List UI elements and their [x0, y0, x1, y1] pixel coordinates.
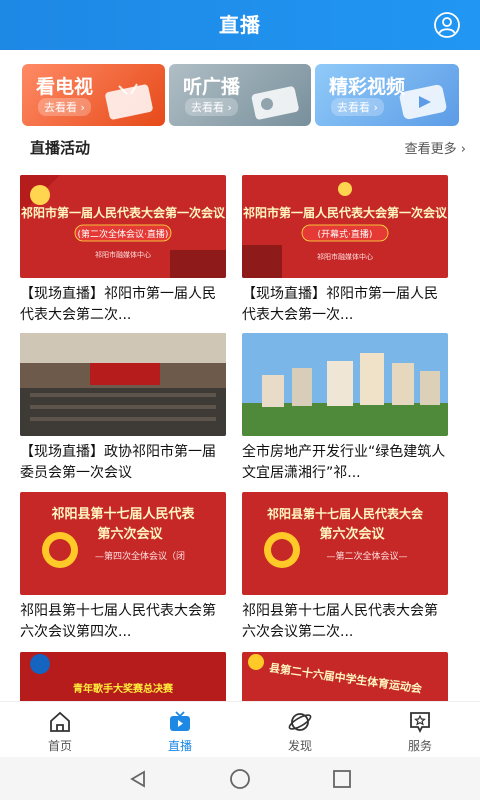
card-thumbnail — [242, 333, 448, 436]
svg-text:祁阳市融媒体中心: 祁阳市融媒体中心 — [95, 250, 151, 259]
tv-icon — [105, 83, 153, 120]
svg-text:(第二次全体会议·直播): (第二次全体会议·直播) — [78, 228, 169, 240]
live-card[interactable]: 全市房地产开发行业“绿色建筑人文宜居潇湘行”祁... — [242, 333, 448, 484]
tv-icon — [170, 711, 190, 731]
svg-text:祁阳市第一届人民代表大会第一次会议: 祁阳市第一届人民代表大会第一次会议 — [21, 205, 226, 220]
svg-text:(开幕式·直播): (开幕式·直播) — [318, 228, 373, 240]
card-title: 祁阳县第十七届人民代表大会第六次会议第二次... — [242, 603, 438, 640]
svg-text:青年歌手大奖赛总决赛: 青年歌手大奖赛总决赛 — [73, 682, 174, 695]
section-title: 直播活动 — [30, 139, 91, 157]
quick-link-tv[interactable]: 看电视 去看看 › — [22, 64, 165, 126]
star-box-icon — [410, 712, 430, 734]
svg-text:第六次会议: 第六次会议 — [319, 526, 385, 542]
tab-live[interactable]: 直播 — [120, 702, 240, 758]
svg-text:—第四次全体会议（闭: —第四次全体会议（闭 — [95, 550, 185, 562]
card-title: 祁阳县第十七届人民代表大会第六次会议第四次... — [20, 603, 216, 640]
system-navigation-bar — [0, 757, 480, 800]
live-card[interactable]: 祁阳市第一届人民代表大会第一次会议 (第二次全体会议·直播) 祁阳市融媒体中心 … — [20, 175, 226, 326]
card-title: 【现场直播】政协祁阳市第一届委员会第一次会议 — [20, 444, 216, 481]
app-header: 直播 — [0, 0, 480, 50]
tab-services[interactable]: 服务 — [360, 702, 480, 758]
live-card[interactable]: 祁阳市第一届人民代表大会第一次会议 (开幕式·直播) 祁阳市融媒体中心 【现场直… — [242, 175, 448, 326]
video-play-icon — [399, 84, 447, 120]
tab-discover[interactable]: 发现 — [240, 702, 360, 758]
svg-text:祁阳县第十七届人民代表: 祁阳县第十七届人民代表 — [51, 506, 195, 522]
home-icon — [50, 711, 70, 732]
recents-icon[interactable] — [332, 769, 352, 789]
card-title: 【现场直播】祁阳市第一届人民代表大会第二次... — [20, 286, 216, 323]
quick-link-videos[interactable]: 精彩视频 去看看 › — [315, 64, 459, 126]
card-title: 【现场直播】祁阳市第一届人民代表大会第一次... — [242, 286, 438, 323]
card-thumbnail: 祁阳市第一届人民代表大会第一次会议 (第二次全体会议·直播) 祁阳市融媒体中心 — [20, 175, 226, 278]
svg-text:祁阳市第一届人民代表大会第一次会议: 祁阳市第一届人民代表大会第一次会议 — [243, 205, 448, 220]
card-thumbnail: 祁阳县第十七届人民代表 第六次会议 —第四次全体会议（闭 — [20, 492, 226, 595]
quick-link-radio[interactable]: 听广播 去看看 › — [169, 64, 311, 126]
page-title: 直播 — [219, 13, 261, 37]
card-thumbnail: 祁阳市第一届人民代表大会第一次会议 (开幕式·直播) 祁阳市融媒体中心 — [242, 175, 448, 278]
planet-icon — [288, 713, 312, 731]
radio-icon — [251, 86, 299, 120]
bottom-tab-bar: 首页 直播 发现 服务 — [0, 701, 480, 758]
live-card[interactable]: 【现场直播】政协祁阳市第一届委员会第一次会议 — [20, 333, 226, 484]
live-card[interactable]: 祁阳县第十七届人民代表大会 第六次会议 —第二次全体会议— 祁阳县第十七届人民代… — [242, 492, 448, 643]
card-thumbnail — [20, 333, 226, 436]
user-profile-icon[interactable] — [434, 12, 460, 38]
view-more-link[interactable]: 查看更多 › — [405, 138, 466, 157]
live-card[interactable]: 祁阳县第十七届人民代表 第六次会议 —第四次全体会议（闭 祁阳县第十七届人民代表… — [20, 492, 226, 643]
svg-text:第六次会议: 第六次会议 — [97, 526, 163, 542]
tab-home[interactable]: 首页 — [0, 702, 120, 758]
card-thumbnail: 祁阳县第十七届人民代表大会 第六次会议 —第二次全体会议— — [242, 492, 448, 595]
back-icon[interactable] — [128, 769, 148, 789]
svg-text:祁阳县第十七届人民代表大会: 祁阳县第十七届人民代表大会 — [267, 506, 424, 521]
svg-text:—第二次全体会议—: —第二次全体会议— — [326, 550, 407, 562]
card-title: 全市房地产开发行业“绿色建筑人文宜居潇湘行”祁... — [242, 444, 446, 481]
svg-text:祁阳市融媒体中心: 祁阳市融媒体中心 — [317, 252, 373, 261]
home-circle-icon[interactable] — [229, 768, 251, 790]
